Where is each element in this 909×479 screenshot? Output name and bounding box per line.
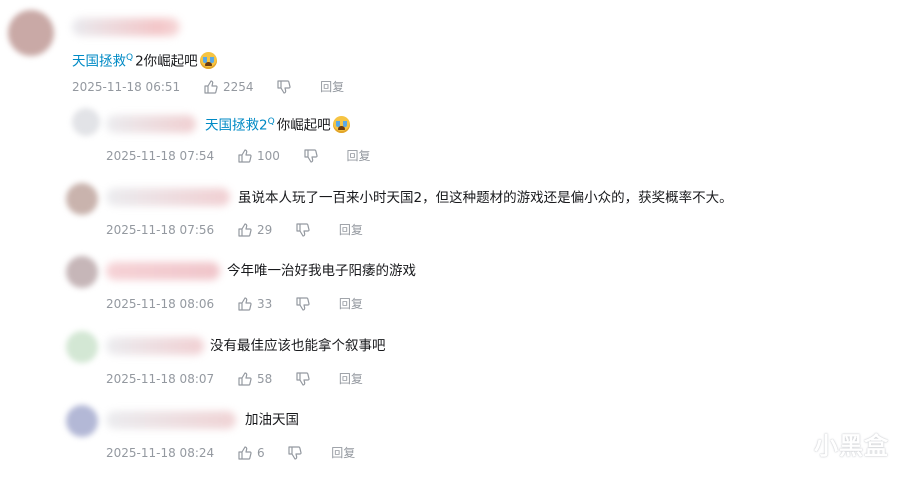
- reply-button[interactable]: 回复: [331, 445, 355, 461]
- comment-text: 天国拯救2Q 你崛起吧: [205, 112, 350, 136]
- avatar[interactable]: [72, 108, 100, 136]
- comment-text: 没有最佳应该也能拿个叙事吧: [210, 336, 386, 356]
- dislike-button[interactable]: [304, 148, 323, 164]
- avatar[interactable]: [66, 331, 98, 363]
- dislike-button[interactable]: [288, 445, 307, 461]
- dislike-button[interactable]: [296, 222, 315, 238]
- search-icon[interactable]: Q: [126, 53, 133, 63]
- comment-body: 2你崛起吧: [135, 53, 198, 70]
- heybox-logo-icon: [778, 429, 808, 465]
- thumbs-up-icon: [238, 149, 252, 163]
- comment-meta: 2025-11-18 07:56 29 回复: [106, 221, 363, 237]
- username-blurred[interactable]: [106, 337, 204, 355]
- timestamp: 2025-11-18 06:51: [72, 79, 181, 94]
- thumbs-down-icon: [296, 372, 310, 386]
- watermark-text: 小黑盒: [814, 432, 889, 460]
- like-button[interactable]: 2254: [204, 78, 254, 95]
- reply-button[interactable]: 回复: [347, 148, 371, 164]
- comment-body: 加油天国: [245, 412, 299, 428]
- like-count: 100: [256, 148, 280, 163]
- like-count: 6: [256, 445, 265, 460]
- comment-meta: 2025-11-18 08:07 58 回复: [106, 370, 363, 386]
- comment-body: 虽说本人玩了一百来小时天国2，但这种题材的游戏还是偏小众的，获奖概率不大。: [238, 190, 733, 206]
- timestamp: 2025-11-18 07:56: [106, 222, 215, 237]
- timestamp: 2025-11-18 08:24: [106, 445, 215, 460]
- topic-link[interactable]: 天国拯救: [72, 54, 126, 70]
- avatar[interactable]: [8, 10, 54, 56]
- comment-text: 虽说本人玩了一百来小时天国2，但这种题材的游戏还是偏小众的，获奖概率不大。: [238, 188, 733, 208]
- comment-meta: 2025-11-18 08:06 33 回复: [106, 295, 363, 311]
- like-button[interactable]: 58: [238, 370, 272, 387]
- comment-meta: 2025-11-18 08:24 6 回复: [106, 444, 355, 460]
- like-button[interactable]: 6: [238, 444, 265, 461]
- like-count: 33: [256, 296, 273, 311]
- comment-meta: 2025-11-18 06:51 2254 回复: [72, 78, 344, 94]
- comment-body: 今年唯一治好我电子阳痿的游戏: [227, 263, 416, 279]
- like-button[interactable]: 29: [238, 221, 272, 238]
- thumbs-down-icon: [288, 446, 303, 460]
- timestamp: 2025-11-18 08:06: [106, 296, 215, 311]
- like-button[interactable]: 100: [238, 147, 280, 164]
- thumbs-up-icon: [238, 223, 252, 237]
- dislike-button[interactable]: [296, 296, 315, 312]
- thumbs-up-icon: [238, 446, 252, 460]
- username-blurred[interactable]: [106, 411, 236, 429]
- like-button[interactable]: 33: [238, 295, 272, 312]
- dislike-button[interactable]: [296, 371, 315, 387]
- reply-button[interactable]: 回复: [339, 222, 363, 238]
- username-blurred[interactable]: [106, 262, 220, 280]
- reply-button[interactable]: 回复: [339, 371, 363, 387]
- reply-button[interactable]: 回复: [320, 79, 344, 95]
- username-blurred[interactable]: [106, 188, 230, 206]
- thumbs-up-icon: [238, 372, 252, 386]
- like-count: 2254: [222, 79, 254, 94]
- dislike-button[interactable]: [277, 79, 296, 95]
- like-count: 58: [256, 371, 273, 386]
- crying-emoji-icon: [199, 51, 217, 69]
- username-blurred[interactable]: [106, 115, 196, 133]
- timestamp: 2025-11-18 07:54: [106, 148, 215, 163]
- thumbs-down-icon: [296, 223, 310, 237]
- comment-text: 天国拯救Q 2你崛起吧: [72, 48, 217, 72]
- comment-text: 今年唯一治好我电子阳痿的游戏: [227, 261, 416, 281]
- username-blurred[interactable]: [72, 18, 180, 36]
- comment-meta: 2025-11-18 07:54 100 回复: [106, 147, 371, 163]
- thumbs-up-icon: [204, 80, 218, 94]
- timestamp: 2025-11-18 08:07: [106, 371, 215, 386]
- watermark: 小黑盒: [778, 426, 889, 465]
- topic-link[interactable]: 天国拯救2: [205, 118, 268, 134]
- comment-body: 没有最佳应该也能拿个叙事吧: [210, 338, 386, 354]
- avatar[interactable]: [66, 256, 98, 288]
- thumbs-down-icon: [296, 297, 310, 311]
- comment-body: 你崛起吧: [276, 117, 331, 134]
- avatar[interactable]: [66, 183, 98, 215]
- avatar[interactable]: [66, 405, 98, 437]
- reply-button[interactable]: 回复: [339, 296, 363, 312]
- search-icon[interactable]: Q: [268, 117, 275, 127]
- thumbs-up-icon: [238, 297, 252, 311]
- comment-text: 加油天国: [245, 410, 299, 430]
- like-count: 29: [256, 222, 273, 237]
- crying-emoji-icon: [332, 115, 350, 133]
- thumbs-down-icon: [304, 149, 318, 163]
- thumbs-down-icon: [277, 80, 291, 94]
